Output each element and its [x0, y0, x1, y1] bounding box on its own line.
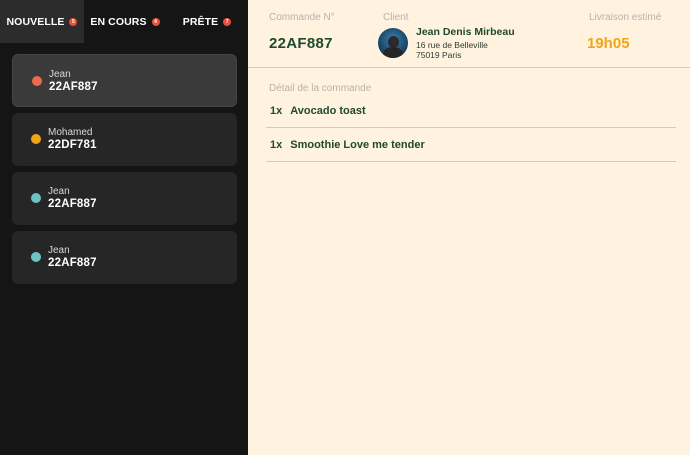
order-header: Commande N° 22AF887 Client Jean Denis Mi… [248, 0, 690, 68]
order-items: 1x Avocado toast 1x Smoothie Love me ten… [266, 94, 676, 162]
client-address-line2: 75019 Paris [416, 50, 462, 60]
tab-nouvelle-badge: 5 [69, 17, 78, 26]
order-item: 1x Avocado toast [266, 94, 676, 128]
tab-en-cours[interactable]: EN COURS 4 [84, 0, 166, 43]
order-list: Jean 22AF887 Mohamed 22DF781 Jean 22AF88… [12, 54, 237, 290]
tab-nouvelle[interactable]: NOUVELLE 5 [0, 0, 84, 43]
client-label: Client [383, 12, 409, 23]
detail-label: Détail de la commande [269, 83, 372, 94]
tab-en-cours-badge: 4 [151, 17, 160, 26]
commande-number: 22AF887 [269, 35, 333, 52]
order-detail-panel: Commande N° 22AF887 Client Jean Denis Mi… [248, 0, 690, 455]
tab-en-cours-label: EN COURS [90, 15, 147, 28]
order-customer-name: Jean [48, 186, 70, 197]
status-dot [32, 76, 42, 86]
order-code: 22AF887 [48, 198, 97, 210]
order-code: 22AF887 [49, 81, 98, 93]
order-sidebar: NOUVELLE 5 EN COURS 4 PRÊTE 7 Jean 22AF8… [0, 0, 248, 455]
commande-label: Commande N° [269, 12, 335, 23]
tab-prete[interactable]: PRÊTE 7 [166, 0, 248, 43]
tab-prete-label: PRÊTE [182, 15, 219, 28]
tab-nouvelle-label: NOUVELLE [6, 15, 65, 28]
status-dot [31, 252, 41, 262]
order-code: 22AF887 [48, 257, 97, 269]
order-customer-name: Jean [49, 69, 71, 80]
item-quantity: 1x [270, 104, 283, 117]
avatar-body-shape [383, 47, 403, 58]
client-address-line1: 16 rue de Belleville [416, 40, 488, 50]
order-code: 22DF781 [48, 139, 97, 151]
order-card[interactable]: Mohamed 22DF781 [12, 113, 237, 166]
status-dot [31, 193, 41, 203]
item-quantity: 1x [270, 138, 283, 151]
item-name: Avocado toast [290, 104, 366, 117]
order-card[interactable]: Jean 22AF887 [12, 172, 237, 225]
order-customer-name: Mohamed [48, 127, 93, 138]
livraison-time: 19h05 [587, 35, 630, 52]
item-name: Smoothie Love me tender [290, 138, 425, 151]
tab-prete-badge: 7 [223, 17, 232, 26]
status-dot [31, 134, 41, 144]
order-card[interactable]: Jean 22AF887 [12, 54, 237, 107]
client-name: Jean Denis Mirbeau [416, 26, 515, 38]
order-card[interactable]: Jean 22AF887 [12, 231, 237, 284]
status-tabs: NOUVELLE 5 EN COURS 4 PRÊTE 7 [0, 0, 248, 43]
order-item: 1x Smoothie Love me tender [266, 128, 676, 162]
livraison-label: Livraison estimé [589, 12, 662, 23]
order-customer-name: Jean [48, 245, 70, 256]
client-avatar [378, 28, 408, 58]
